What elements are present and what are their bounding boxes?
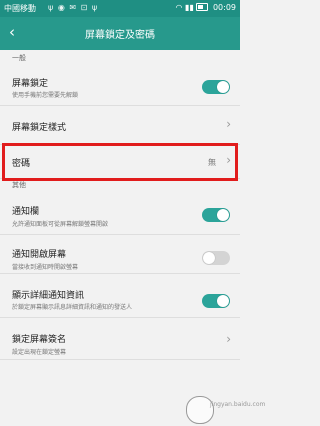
section-label: 其他 <box>12 181 26 189</box>
status-bar: 中國移動 ψ ◉ ✉ ⊡ ψ ◠ ▮▮ 00:09 <box>0 0 240 17</box>
toggle-knob <box>203 252 215 264</box>
show-details-toggle[interactable] <box>202 294 230 308</box>
lock-style-row[interactable]: 屏幕鎖定樣式 › <box>0 106 240 145</box>
clock: 00:09 <box>212 3 236 12</box>
toggle-knob <box>217 81 229 93</box>
status-right: ◠ ▮▮ 00:09 <box>176 3 236 12</box>
watermark: jingyan.baidu.com <box>186 396 265 424</box>
section-label: 一般 <box>12 54 26 62</box>
carrier-label: 中國移動 <box>4 4 36 13</box>
section-header-general: 一般 <box>0 50 240 67</box>
row-title: 屏幕鎖定樣式 <box>12 123 67 133</box>
row-title: 屏幕鎖定 <box>12 79 49 89</box>
battery-icon <box>196 3 209 11</box>
chevron-right-icon: › <box>226 332 231 346</box>
toggle-knob <box>217 295 229 307</box>
row-subtitle: 設定出現在鎖定螢幕 <box>12 349 67 356</box>
signature-row[interactable]: 鎖定屏幕簽名 設定出現在鎖定螢幕 › <box>0 318 240 360</box>
screen-lock-row[interactable]: 屏幕鎖定 使用手機前您需要先解鎖 <box>0 67 240 106</box>
row-title: 通知欄 <box>12 207 40 217</box>
wifi-signal-icon: ◠ ▮▮ <box>175 3 194 12</box>
page-title: 屏幕鎖定及密碼 <box>85 30 155 41</box>
notification-wake-row[interactable]: 通知開啟屏幕 當接收到通知時開啟螢幕 <box>0 235 240 274</box>
row-subtitle: 允許通知面板可從屏幕解鎖螢幕開啟 <box>12 221 109 228</box>
notification-wake-toggle[interactable] <box>202 251 230 265</box>
show-details-row[interactable]: 顯示詳細通知資訊 於鎖定屏幕顯示訊息詳細資訊和通知的發送人 <box>0 274 240 318</box>
title-bar: ‹ 屏幕鎖定及密碼 <box>0 17 240 50</box>
row-subtitle: 當接收到通知時開啟螢幕 <box>12 264 79 271</box>
row-subtitle: 使用手機前您需要先解鎖 <box>12 92 79 99</box>
row-subtitle: 於鎖定屏幕顯示訊息詳細資訊和通知的發送人 <box>12 304 133 311</box>
chevron-right-icon: › <box>226 117 231 131</box>
watermark-text: jingyan.baidu.com <box>210 401 266 408</box>
row-title: 顯示詳細通知資訊 <box>12 291 85 301</box>
notification-bar-row[interactable]: 通知欄 允許通知面板可從屏幕解鎖螢幕開啟 <box>0 196 240 235</box>
screen-lock-toggle[interactable] <box>202 80 230 94</box>
row-title: 通知開啟屏幕 <box>12 250 67 260</box>
password-highlight-box <box>2 143 238 181</box>
notification-icons: ψ ◉ ✉ ⊡ ψ <box>48 3 99 12</box>
toggle-knob <box>217 209 229 221</box>
row-title: 鎖定屏幕簽名 <box>12 335 67 345</box>
section-header-other: 其他 <box>0 179 240 193</box>
notification-bar-toggle[interactable] <box>202 208 230 222</box>
